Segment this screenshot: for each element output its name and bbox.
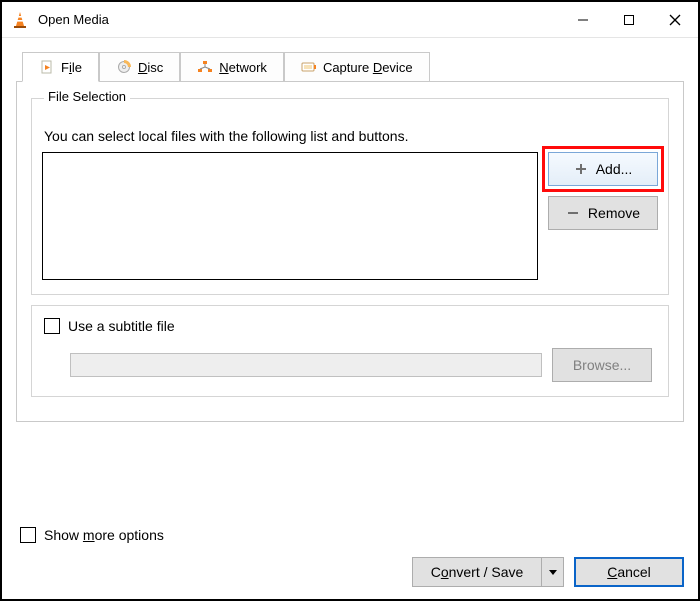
file-selection-legend: File Selection — [44, 89, 130, 104]
tab-file[interactable]: File — [22, 52, 99, 82]
show-more-options-label: Show more options — [44, 527, 164, 543]
chevron-down-icon — [548, 565, 558, 580]
cancel-label: Cancel — [607, 564, 651, 580]
tab-network-label: Network — [219, 60, 267, 75]
vlc-cone-icon — [10, 10, 30, 30]
subtitle-path-input — [70, 353, 542, 377]
tab-pane-file: File Selection You can select local file… — [16, 81, 684, 422]
minus-icon — [566, 206, 580, 220]
file-list[interactable] — [42, 152, 538, 280]
cancel-button[interactable]: Cancel — [574, 557, 684, 587]
titlebar: Open Media — [2, 2, 698, 38]
tab-capture-label: Capture Device — [323, 60, 413, 75]
browse-button-label: Browse... — [573, 357, 631, 373]
plus-icon — [574, 162, 588, 176]
use-subtitle-checkbox[interactable] — [44, 318, 60, 334]
add-button[interactable]: Add... — [548, 152, 658, 186]
subtitle-group: Use a subtitle file Browse... — [31, 305, 669, 397]
tab-disc[interactable]: Disc — [99, 52, 180, 82]
disc-icon — [116, 59, 132, 75]
convert-save-button[interactable]: Convert / Save — [412, 557, 542, 587]
convert-save-dropdown[interactable] — [542, 557, 564, 587]
minimize-button[interactable] — [560, 2, 606, 38]
tab-capture-device[interactable]: Capture Device — [284, 52, 430, 82]
tab-row: File Disc — [16, 52, 684, 82]
file-selection-instruction: You can select local files with the foll… — [44, 128, 658, 144]
open-media-window: Open Media File Disc — [0, 0, 700, 601]
browse-subtitle-button: Browse... — [552, 348, 652, 382]
close-button[interactable] — [652, 2, 698, 38]
file-selection-group: File Selection You can select local file… — [31, 98, 669, 295]
remove-button[interactable]: Remove — [548, 196, 658, 230]
convert-save-label: Convert / Save — [431, 564, 524, 580]
add-button-label: Add... — [596, 161, 633, 177]
tab-network[interactable]: Network — [180, 52, 284, 82]
show-more-options-checkbox[interactable] — [20, 527, 36, 543]
file-icon — [39, 59, 55, 75]
maximize-button[interactable] — [606, 2, 652, 38]
capture-icon — [301, 59, 317, 75]
client-area: File Disc — [2, 38, 698, 599]
dialog-bottom: Show more options Convert / Save Cancel — [16, 515, 684, 587]
use-subtitle-label: Use a subtitle file — [68, 318, 175, 334]
window-title: Open Media — [38, 12, 109, 27]
convert-save-split-button: Convert / Save — [412, 557, 564, 587]
tab-file-label: File — [61, 60, 82, 75]
tab-disc-label: Disc — [138, 60, 163, 75]
network-icon — [197, 59, 213, 75]
remove-button-label: Remove — [588, 205, 640, 221]
